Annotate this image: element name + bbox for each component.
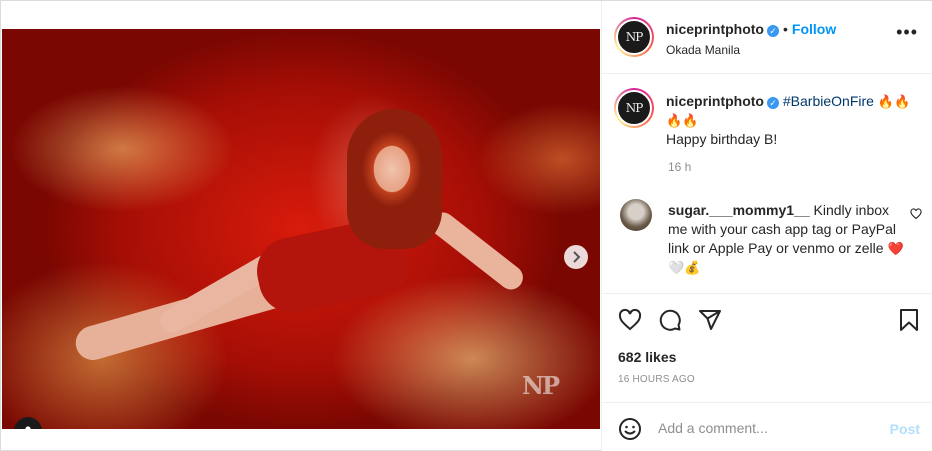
author-name-row: niceprintphoto ✓ • Follow <box>666 21 836 37</box>
verified-badge-icon: ✓ <box>767 25 779 37</box>
save-button[interactable] <box>898 308 920 337</box>
image-figure-head <box>347 109 442 249</box>
more-options-icon[interactable]: ••• <box>896 23 918 41</box>
image-figure-arm <box>426 207 528 295</box>
post-comment-button[interactable]: Post <box>890 421 920 437</box>
caption-username[interactable]: niceprintphoto <box>666 93 764 109</box>
comment-icon <box>659 309 681 331</box>
smiley-icon <box>619 418 641 440</box>
caption-body: Happy birthday B! <box>666 131 778 147</box>
comment-text: sugar.___mommy1__ Kindly inbox me with y… <box>668 201 906 277</box>
likes-count[interactable]: 682 likes <box>618 349 676 365</box>
caption-hashtag[interactable]: #BarbieOnFire <box>783 93 874 109</box>
author-username[interactable]: niceprintphoto <box>666 21 764 37</box>
avatar-logo: NP <box>616 90 652 126</box>
post-header: NP niceprintphoto ✓ • Follow Okada Manila •… <box>602 1 932 74</box>
heart-icon <box>618 308 642 331</box>
follow-button[interactable]: Follow <box>792 21 836 37</box>
heart-icon <box>910 208 922 220</box>
user-icon <box>25 426 31 429</box>
commenter-avatar[interactable] <box>620 199 652 231</box>
like-comment-button[interactable] <box>910 207 922 225</box>
commenter-username[interactable]: sugar.___mommy1__ <box>668 202 810 218</box>
post-actions <box>602 293 932 343</box>
avatar-logo: NP <box>616 19 652 55</box>
post-timestamp[interactable]: 16 HOURS AGO <box>618 374 695 385</box>
instagram-post: NP NP niceprintphoto ✓ • Follow Okada Manil… <box>0 0 932 451</box>
post-location[interactable]: Okada Manila <box>666 43 740 57</box>
emoji-picker-button[interactable] <box>618 417 642 446</box>
post-image[interactable]: NP <box>2 29 600 429</box>
caption-text: niceprintphoto ✓ #BarbieOnFire 🔥🔥🔥🔥 Happy… <box>666 92 916 149</box>
author-avatar[interactable]: NP <box>614 17 654 57</box>
image-watermark: NP <box>522 371 560 400</box>
like-button[interactable] <box>618 308 642 337</box>
caption-avatar[interactable]: NP <box>614 88 654 128</box>
comment-button[interactable] <box>658 308 682 337</box>
comment-input[interactable] <box>658 417 878 439</box>
post-sidebar: NP niceprintphoto ✓ • Follow Okada Manila •… <box>601 1 932 451</box>
bookmark-icon <box>900 309 918 331</box>
caption-timestamp[interactable]: 16 h <box>668 160 691 174</box>
separator-bullet: • <box>783 21 788 37</box>
chevron-right-icon <box>573 251 581 263</box>
add-comment-bar: Post <box>602 402 932 451</box>
share-button[interactable] <box>698 308 722 337</box>
send-icon <box>699 310 721 330</box>
carousel-next-button[interactable] <box>564 245 588 269</box>
tagged-users-button[interactable] <box>14 417 42 429</box>
verified-badge-icon: ✓ <box>767 97 779 109</box>
